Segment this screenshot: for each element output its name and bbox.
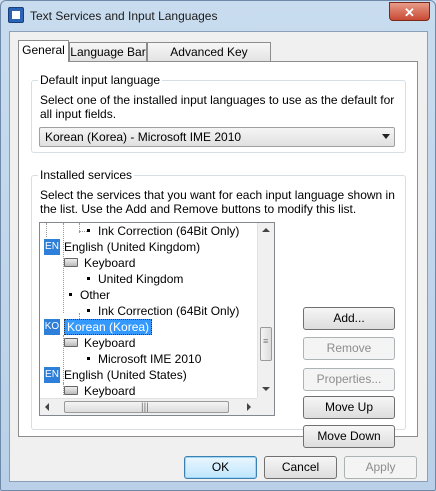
tree-item-label: Keyboard [84,256,136,270]
scroll-down-arrow-icon[interactable] [262,387,270,391]
move-up-button[interactable]: Move Up [303,396,395,419]
bullet-icon [87,277,90,280]
tree-item-label: Microsoft IME 2010 [98,352,202,366]
tab-advanced-key-settings[interactable]: Advanced Key Settings [147,42,271,77]
tab-language-bar[interactable]: Language Bar [69,42,147,61]
move-down-button[interactable]: Move Down [303,425,395,448]
vertical-scrollbar[interactable]: ≡ [257,223,274,398]
default-language-description: Select one of the installed input langua… [40,93,395,121]
bullet-icon [87,357,90,360]
tree-item-label: Keyboard [84,336,136,350]
scroll-up-arrow-icon[interactable] [262,228,270,232]
default-language-group-label: Default input language [38,73,163,87]
tree-item-label: English (United Kingdom) [64,240,201,254]
bullet-icon [69,293,72,296]
remove-button[interactable]: Remove [303,337,395,360]
window-title: Text Services and Input Languages [30,9,218,23]
dialog-window: Text Services and Input Languages ✕ Gene… [0,0,436,491]
properties-button[interactable]: Properties... [303,368,395,391]
tree-item-label: Ink Correction (64Bit Only) [98,224,240,238]
vertical-scroll-thumb[interactable]: ≡ [260,327,272,361]
keyboard-icon [64,386,78,395]
tree-item-label: Other [80,288,111,302]
ok-button[interactable]: OK [184,456,257,479]
tree-item-label: Keyboard [84,384,136,398]
language-badge: EN [44,239,60,255]
close-button[interactable]: ✕ [389,2,430,21]
tree-line [79,231,87,232]
bullet-icon [87,229,90,232]
installed-services-description: Select the services that you want for ea… [40,188,395,216]
tree-line [46,223,47,237]
tree-line [63,223,64,313]
tree-item-label: United Kingdom [98,272,184,286]
scroll-corner [257,398,274,415]
grip-icon: ≡ [263,336,269,346]
title-bar[interactable]: Text Services and Input Languages ✕ [1,1,435,31]
keyboard-icon [64,338,78,347]
tree-item-label: English (United States) [64,368,187,382]
keyboard-icon [64,258,78,267]
tree-item-label: Ink Correction (64Bit Only) [98,304,240,318]
language-badge: EN [44,367,60,383]
tab-general[interactable]: General [18,40,69,62]
dialog-client-area: General Language Bar Advanced Key Settin… [9,31,428,482]
horizontal-scroll-thumb[interactable]: ||| [64,401,229,413]
grip-icon: ||| [141,402,149,413]
tab-panel-general: Default input language Select one of the… [18,61,418,448]
tree-item-label: Korean (Korea) [64,319,153,335]
scroll-right-arrow-icon[interactable] [247,403,251,411]
installed-services-group-label: Installed services [38,168,135,182]
chevron-down-icon [382,134,390,139]
cancel-button[interactable]: Cancel [264,456,337,479]
add-button[interactable]: Add... [303,307,395,330]
scroll-left-arrow-icon[interactable] [45,403,49,411]
app-icon [8,7,24,23]
default-language-value: Korean (Korea) - Microsoft IME 2010 [45,130,242,144]
bullet-icon [87,309,90,312]
apply-button[interactable]: Apply [344,456,417,479]
installed-services-tree[interactable]: Ink Correction (64Bit Only) EN English (… [39,222,275,416]
default-language-dropdown[interactable]: Korean (Korea) - Microsoft IME 2010 [39,127,395,147]
horizontal-scrollbar[interactable]: ||| [40,398,257,415]
language-badge: KO [44,319,60,335]
